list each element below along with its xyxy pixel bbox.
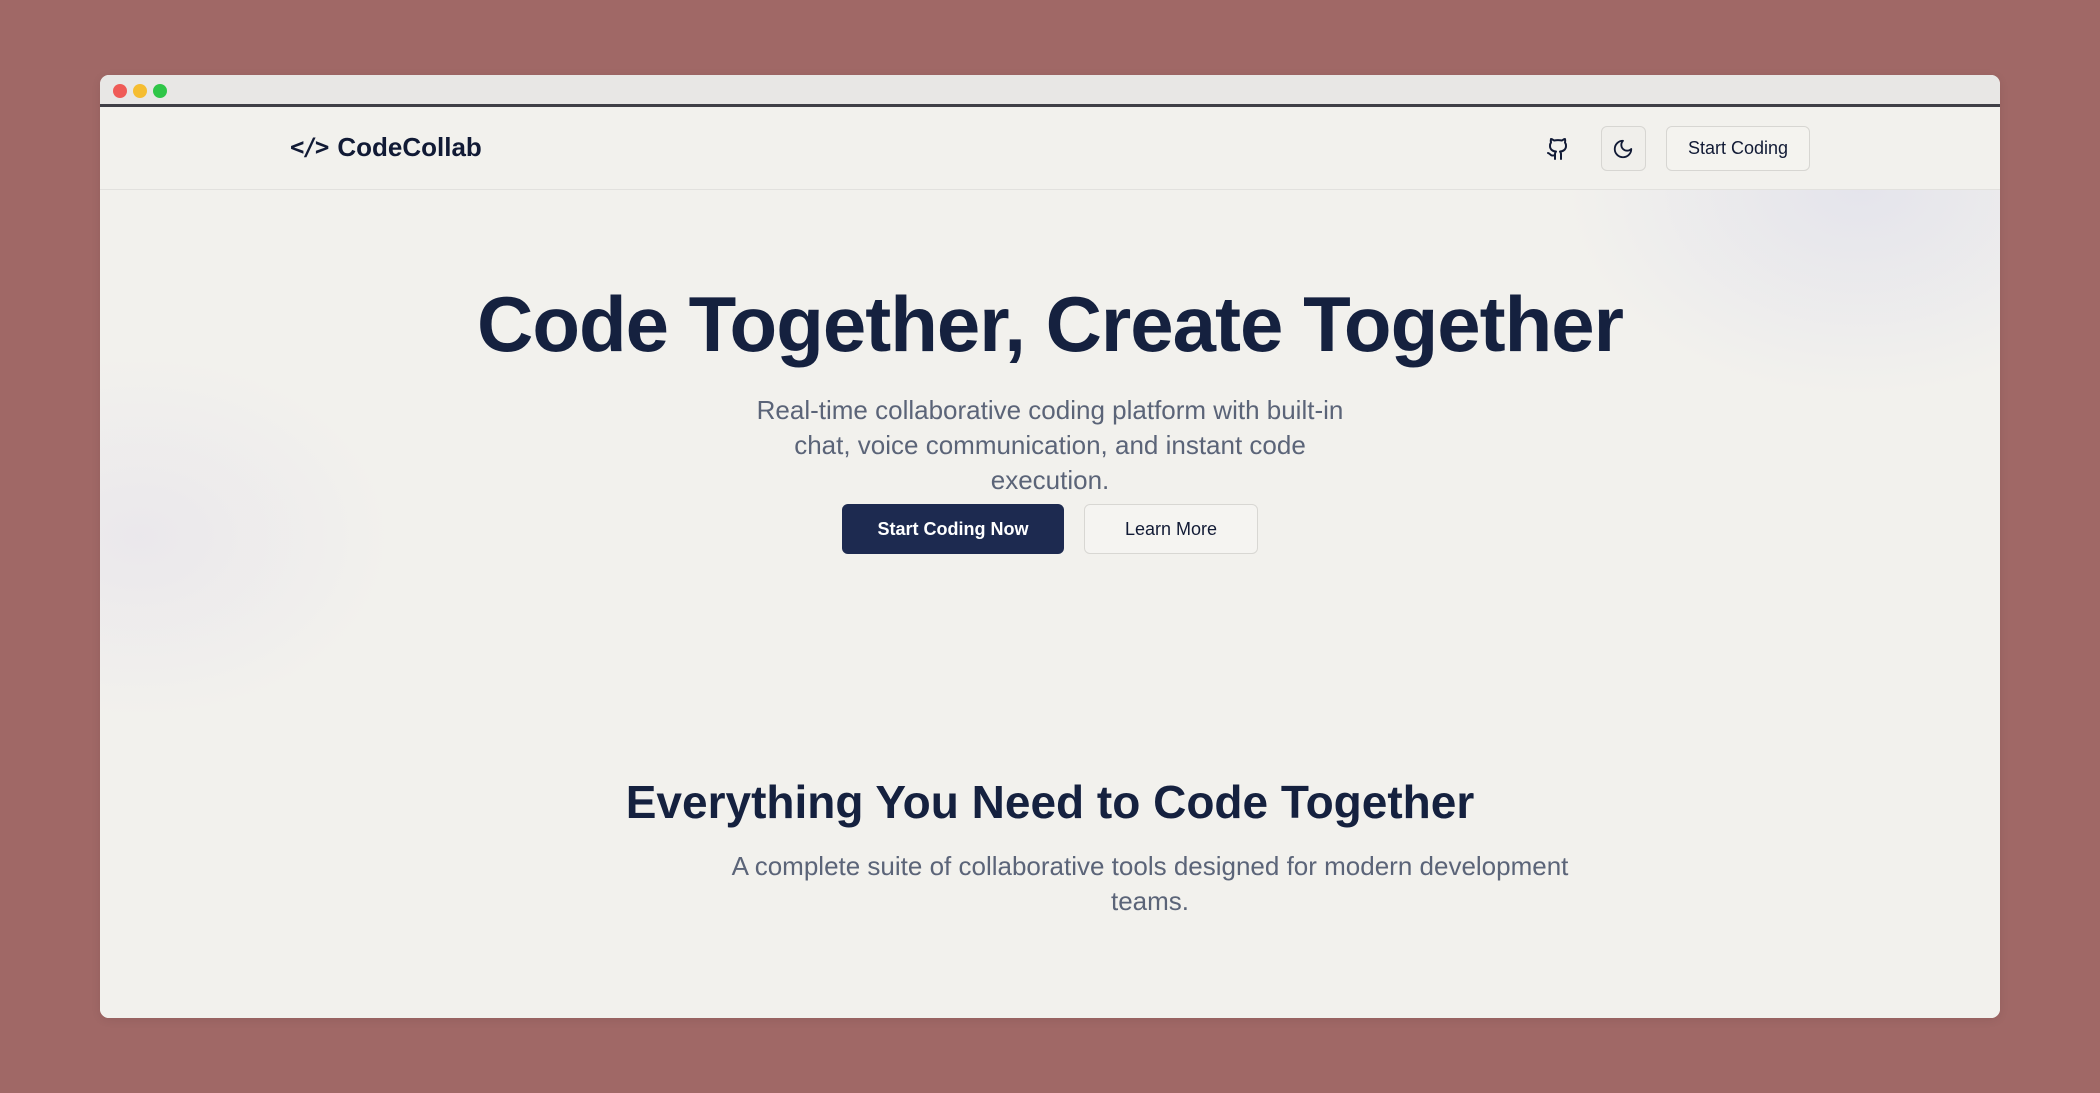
top-navbar: </> CodeCollab Start Coding xyxy=(100,107,2000,190)
moon-icon xyxy=(1614,139,1633,158)
browser-window: </> CodeCollab Start Coding Code Togethe… xyxy=(100,75,2000,1018)
navbar-actions: Start Coding xyxy=(1536,126,1810,171)
landing-page: </> CodeCollab Start Coding Code Togethe… xyxy=(100,107,2000,1018)
github-icon xyxy=(1547,137,1568,160)
features-subtitle: A complete suite of collaborative tools … xyxy=(731,851,1569,916)
brand-name: CodeCollab xyxy=(337,132,482,162)
github-button[interactable] xyxy=(1536,126,1581,171)
close-window-button[interactable] xyxy=(113,84,127,98)
hero-subtitle: Real-time collaborative coding platform … xyxy=(756,395,1344,495)
brand-logo-link[interactable]: </> CodeCollab xyxy=(290,134,482,160)
theme-toggle-button[interactable] xyxy=(1600,126,1646,171)
hero-actions: Start Coding Now Learn More xyxy=(100,504,2000,554)
maximize-window-button[interactable] xyxy=(153,84,167,98)
learn-more-button[interactable]: Learn More xyxy=(1084,504,1258,554)
start-coding-button[interactable]: Start Coding xyxy=(1665,126,1810,171)
start-coding-now-button[interactable]: Start Coding Now xyxy=(842,504,1064,554)
hero-title: Code Together, Create Together xyxy=(477,280,1624,368)
features-title: Everything You Need to Code Together xyxy=(625,776,1475,828)
minimize-window-button[interactable] xyxy=(133,84,147,98)
code-icon: </> xyxy=(290,133,329,161)
window-titlebar xyxy=(100,75,2000,107)
